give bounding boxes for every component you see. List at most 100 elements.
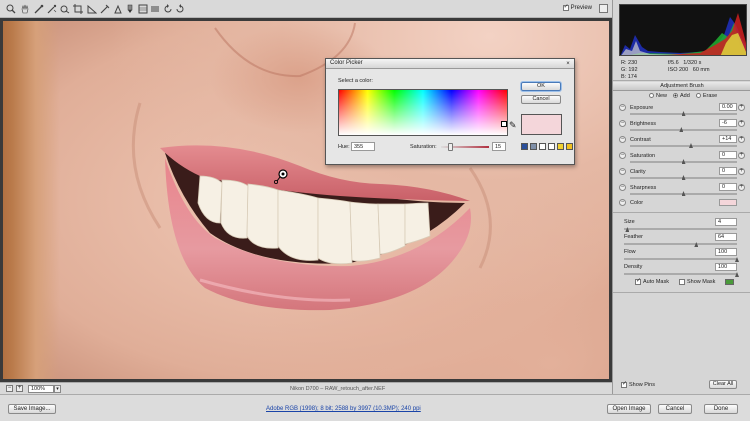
open-preferences-icon[interactable] [149, 3, 160, 14]
brush-setting-value[interactable]: 100 [715, 263, 737, 271]
chevron-down-icon[interactable]: ▾ [54, 385, 61, 393]
minus-icon[interactable]: − [619, 184, 626, 191]
hue-input[interactable]: 355 [351, 142, 375, 151]
saturation-input[interactable]: 15 [492, 142, 506, 151]
fullscreen-button[interactable] [599, 4, 608, 13]
show-pins-checkbox[interactable] [621, 380, 627, 388]
zoom-level[interactable]: 100% [28, 385, 54, 393]
brush-setting-value[interactable]: 100 [715, 248, 737, 256]
crop-tool-icon[interactable] [72, 3, 83, 14]
red-eye-removal-tool-icon[interactable] [112, 3, 123, 14]
right-panel: R: 230 G: 192 B: 174 f/5.6 1/320 s ISO 2… [612, 0, 750, 394]
zoom-in-button[interactable]: + [16, 385, 23, 392]
color-minus-icon[interactable]: − [619, 199, 626, 206]
adjustment-value[interactable]: 0 [719, 183, 737, 191]
minus-icon[interactable]: − [619, 168, 626, 175]
brush-setting-value[interactable]: 64 [715, 233, 737, 241]
done-button[interactable]: Done [704, 404, 738, 414]
mode-add-label: Add [680, 93, 690, 99]
adjustment-row-contrast: − Contrast +14 + [613, 135, 750, 149]
minus-icon[interactable]: − [619, 136, 626, 143]
adjustment-row-brightness: − Brightness -6 + [613, 119, 750, 133]
saturation-slider-thumb[interactable] [448, 143, 453, 151]
adjustment-label: Contrast [630, 137, 651, 143]
ok-button[interactable]: OK [521, 82, 561, 91]
brush-slider-track[interactable] [624, 273, 737, 275]
save-image-button[interactable]: Save Image... [8, 404, 56, 414]
color-swatch-1[interactable] [521, 143, 528, 150]
brush-slider-track[interactable] [624, 228, 737, 230]
clear-all-button[interactable]: Clear All [709, 380, 737, 389]
cancel-button[interactable]: Cancel [521, 95, 561, 104]
show-mask-checkbox[interactable] [678, 279, 685, 285]
adjustment-value[interactable]: 0.00 [719, 103, 737, 111]
close-icon[interactable]: × [565, 61, 571, 67]
plus-icon[interactable]: + [738, 120, 745, 127]
adjustment-label: Sharpness [630, 185, 657, 191]
workflow-options-link[interactable]: Adobe RGB (1998); 8 bit; 2588 by 3997 (1… [266, 406, 421, 412]
brush-slider-track[interactable] [624, 243, 737, 245]
brush-setting-value[interactable]: 4 [715, 218, 737, 226]
color-swatch-6[interactable] [566, 143, 573, 150]
adjustment-slider-track[interactable] [630, 145, 737, 147]
mask-options: Auto Mask Show Mask [635, 277, 735, 285]
mode-new[interactable]: New [649, 93, 667, 99]
color-label: Color [630, 200, 644, 206]
color-spectrum[interactable] [338, 89, 508, 136]
color-swatch-2[interactable] [530, 143, 537, 150]
adjustment-label: Exposure [630, 105, 654, 111]
open-image-button[interactable]: Open Image [607, 404, 651, 414]
adjustment-row-clarity: − Clarity 0 + [613, 167, 750, 181]
color-swatch-3[interactable] [539, 143, 546, 150]
color-swatch-4[interactable] [548, 143, 555, 150]
rotate-left-icon[interactable] [162, 3, 173, 14]
adjustment-value[interactable]: -6 [719, 119, 737, 127]
brush-row-density: Density 100 [613, 263, 750, 280]
adjustment-slider-track[interactable] [630, 129, 737, 131]
auto-mask-toggle[interactable]: Auto Mask [635, 277, 669, 285]
mode-new-label: New [656, 93, 668, 99]
show-pins-toggle[interactable]: Show Pins [621, 380, 655, 388]
hand-tool-icon[interactable] [19, 3, 30, 14]
status-bar: − + 100% ▾ Nikon D700 – RAW_retouch_afte… [0, 382, 612, 394]
graduated-filter-icon[interactable] [137, 3, 148, 14]
mode-erase[interactable]: Erase [695, 93, 717, 99]
plus-icon[interactable]: + [738, 136, 745, 143]
adjustment-label: Saturation [630, 153, 656, 159]
adjustment-value[interactable]: +14 [719, 135, 737, 143]
zoom-out-button[interactable]: − [6, 385, 13, 392]
adjustment-value[interactable]: 0 [719, 167, 737, 175]
white-balance-tool-icon[interactable] [33, 3, 44, 14]
targeted-adjustment-tool-icon[interactable] [59, 3, 70, 14]
spectrum-marker[interactable] [501, 121, 507, 127]
mask-color-swatch[interactable] [725, 279, 735, 285]
minus-icon[interactable]: − [619, 120, 626, 127]
plus-icon[interactable]: + [738, 104, 745, 111]
color-swatch[interactable] [719, 199, 737, 206]
minus-icon[interactable]: − [619, 152, 626, 159]
zoom-tool-icon[interactable] [5, 3, 16, 14]
straighten-tool-icon[interactable] [86, 3, 97, 14]
dialog-title: Color Picker [326, 59, 574, 69]
adjustment-brush-icon[interactable] [124, 3, 135, 14]
cancel-button-main[interactable]: Cancel [658, 404, 692, 414]
preview-toggle[interactable]: Preview [562, 3, 592, 11]
mode-add[interactable]: Add [673, 93, 690, 99]
show-mask-toggle[interactable]: Show Mask [678, 279, 716, 285]
divider [613, 292, 750, 293]
spot-removal-tool-icon[interactable] [99, 3, 110, 14]
preview-checkbox[interactable] [562, 3, 569, 11]
minus-icon[interactable]: − [619, 104, 626, 111]
plus-icon[interactable]: + [738, 184, 745, 191]
color-swatch-5[interactable] [557, 143, 564, 150]
brush-setting-label: Size [624, 219, 635, 225]
plus-icon[interactable]: + [738, 168, 745, 175]
auto-mask-checkbox[interactable] [635, 277, 641, 285]
rotate-right-icon[interactable] [174, 3, 185, 14]
brush-slider-track[interactable] [624, 258, 737, 260]
show-mask-label: Show Mask [686, 279, 716, 285]
color-sampler-tool-icon[interactable] [46, 3, 57, 14]
color-picker-dialog: Color Picker × Select a color: ✎ Hue: 35… [325, 58, 575, 165]
adjustment-value[interactable]: 0 [719, 151, 737, 159]
plus-icon[interactable]: + [738, 152, 745, 159]
